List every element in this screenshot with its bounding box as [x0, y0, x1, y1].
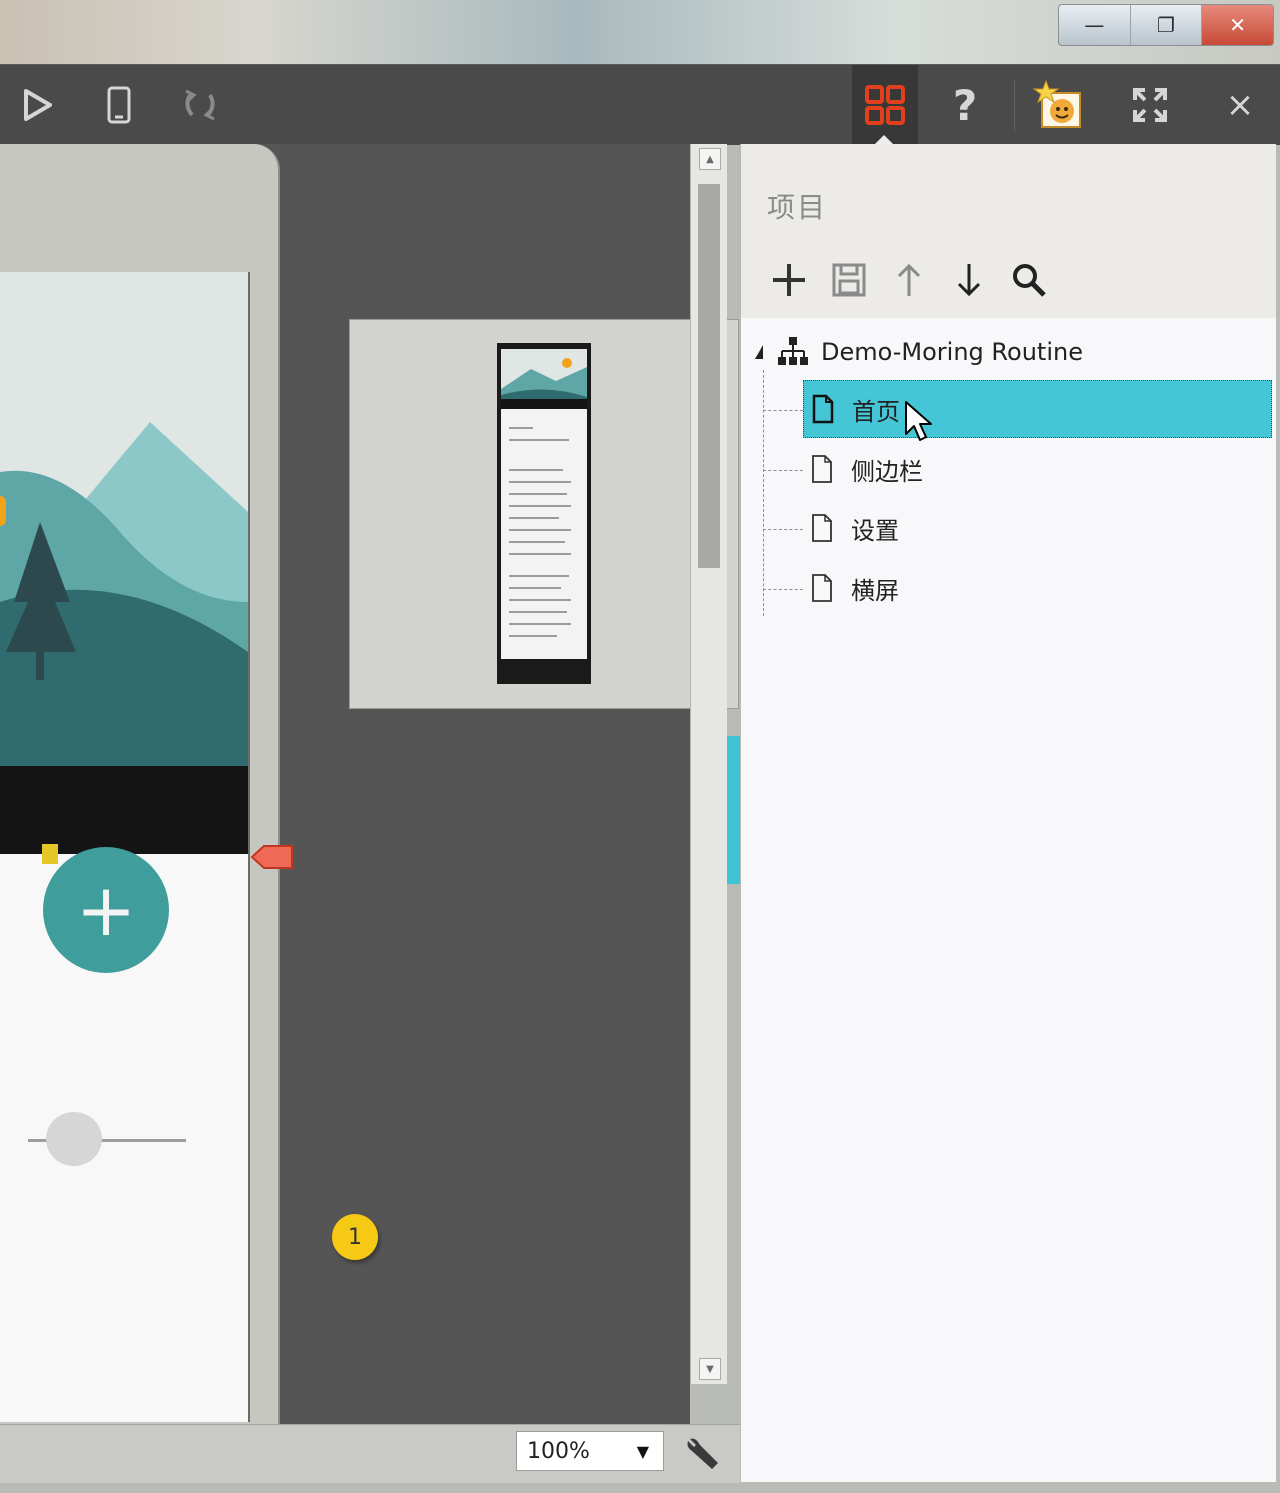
tree-guide-line — [763, 589, 803, 590]
thumbnail-text-line — [509, 481, 571, 483]
page-label: 设置 — [851, 516, 899, 545]
badge-avatar-icon — [1032, 79, 1081, 128]
move-down-button[interactable] — [949, 260, 989, 300]
device-screen[interactable]: + — [0, 272, 250, 1422]
scroll-down-arrow-icon[interactable]: ▼ — [699, 1358, 721, 1380]
phone-icon — [107, 86, 131, 124]
page-label: 横屏 — [851, 576, 899, 605]
move-up-button[interactable] — [889, 260, 929, 300]
device-frame: + — [0, 144, 280, 1424]
page-preview-popup — [349, 319, 739, 709]
thumbnail-text-line — [509, 517, 559, 519]
thumbnail-text-line — [509, 439, 569, 441]
dropdown-arrow-icon: ▼ — [636, 1442, 649, 1461]
thumbnail-text-line — [509, 575, 569, 577]
thumbnail-text-line — [509, 611, 567, 613]
tree-page-home[interactable]: 首页 — [803, 380, 1272, 438]
zoom-select[interactable]: 100% ▼ — [516, 1431, 664, 1471]
selection-indicator-bar — [727, 736, 740, 884]
note-icon — [42, 844, 58, 864]
wrench-icon[interactable] — [684, 1435, 720, 1471]
close-panel-button[interactable]: × — [1210, 65, 1270, 145]
scroll-thumb[interactable] — [698, 184, 720, 568]
thumbnail-text-line — [509, 529, 571, 531]
tree-root-node[interactable]: Demo-Moring Routine — [755, 332, 1083, 372]
device-preview-button[interactable] — [89, 65, 149, 145]
thumbnail-text-line — [509, 505, 571, 507]
search-icon — [1013, 264, 1046, 297]
move-down-icon — [957, 264, 981, 297]
sync-icon — [185, 89, 215, 121]
tree-page-sidebar[interactable]: 侧边栏 — [803, 440, 1272, 498]
tree-guide-line — [763, 470, 803, 471]
sync-button[interactable] — [170, 65, 230, 145]
window-controls: — ❐ ✕ — [1058, 4, 1274, 46]
thumbnail-nav-bar — [501, 659, 587, 675]
tree-guide-line — [763, 370, 764, 616]
hero-illustration — [0, 272, 248, 854]
badge-avatar-button[interactable] — [1028, 65, 1088, 145]
screen-boundary-marker[interactable] — [250, 844, 294, 870]
thumbnail-text-line — [509, 493, 567, 495]
thumbnail-text-line — [509, 635, 557, 637]
tree-guide-line — [763, 529, 803, 530]
help-button[interactable]: ? — [935, 65, 995, 145]
canvas-status-bar: 100% ▼ — [0, 1424, 740, 1483]
restore-button[interactable]: ❐ — [1131, 5, 1203, 45]
project-panel: 项目 Demo-Moring Routine 首页 侧边栏 设置 横屏 — [740, 144, 1276, 1482]
slider-thumb[interactable] — [46, 1112, 102, 1166]
save-icon — [832, 263, 866, 297]
play-icon — [24, 89, 52, 121]
add-fab-button[interactable]: + — [43, 847, 169, 973]
page-icon — [812, 455, 832, 483]
minimize-button[interactable]: — — [1059, 5, 1131, 45]
desktop-background: — ❐ ✕ — [0, 0, 1280, 64]
add-page-button[interactable] — [769, 260, 809, 300]
thumbnail-text-line — [509, 427, 533, 429]
grid-view-button[interactable] — [852, 65, 918, 145]
thumbnail-text-line — [509, 553, 571, 555]
grid-icon — [865, 85, 905, 125]
thumbnail-hero — [501, 349, 587, 409]
panel-title: 项目 — [767, 191, 828, 224]
sitemap-icon — [778, 337, 808, 365]
tree-page-settings[interactable]: 设置 — [803, 499, 1272, 557]
tree-guide-line — [763, 410, 803, 411]
window-close-button[interactable]: ✕ — [1202, 5, 1274, 45]
collapse-triangle-icon[interactable] — [755, 345, 763, 359]
thumbnail-text-line — [509, 623, 571, 625]
page-icon — [812, 574, 832, 602]
thumbnail-text-line — [509, 469, 563, 471]
page-icon — [812, 394, 834, 424]
annotation-badge[interactable]: 1 — [332, 1214, 378, 1260]
zoom-value: 100% — [527, 1438, 590, 1464]
save-button[interactable] — [829, 260, 869, 300]
plus-icon: + — [75, 868, 137, 952]
scroll-up-arrow-icon[interactable]: ▲ — [699, 148, 721, 170]
mouse-cursor-icon — [905, 401, 932, 441]
tree-page-landscape[interactable]: 横屏 — [803, 559, 1272, 617]
page-label: 侧边栏 — [851, 457, 923, 486]
toolbar-divider — [1014, 79, 1015, 131]
fullscreen-icon — [1133, 88, 1167, 122]
page-label: 首页 — [852, 397, 900, 426]
main-toolbar: ? × — [0, 64, 1280, 145]
search-button[interactable] — [1009, 260, 1049, 300]
page-thumbnail[interactable] — [497, 343, 591, 684]
thumbnail-text-line — [509, 599, 571, 601]
project-panel-header: 项目 — [741, 144, 1276, 318]
sun-shape — [0, 496, 6, 526]
canvas-vertical-scrollbar[interactable]: ▲ ▼ — [690, 144, 727, 1384]
page-icon — [812, 514, 832, 542]
fullscreen-button[interactable] — [1120, 65, 1180, 145]
move-up-icon — [897, 263, 921, 296]
play-button[interactable] — [8, 65, 68, 145]
project-name: Demo-Moring Routine — [821, 338, 1083, 366]
thumbnail-text-line — [509, 587, 561, 589]
bottom-app-bar — [0, 766, 248, 854]
add-icon — [773, 264, 805, 296]
thumbnail-screen — [501, 349, 587, 675]
thumbnail-text-line — [509, 541, 565, 543]
